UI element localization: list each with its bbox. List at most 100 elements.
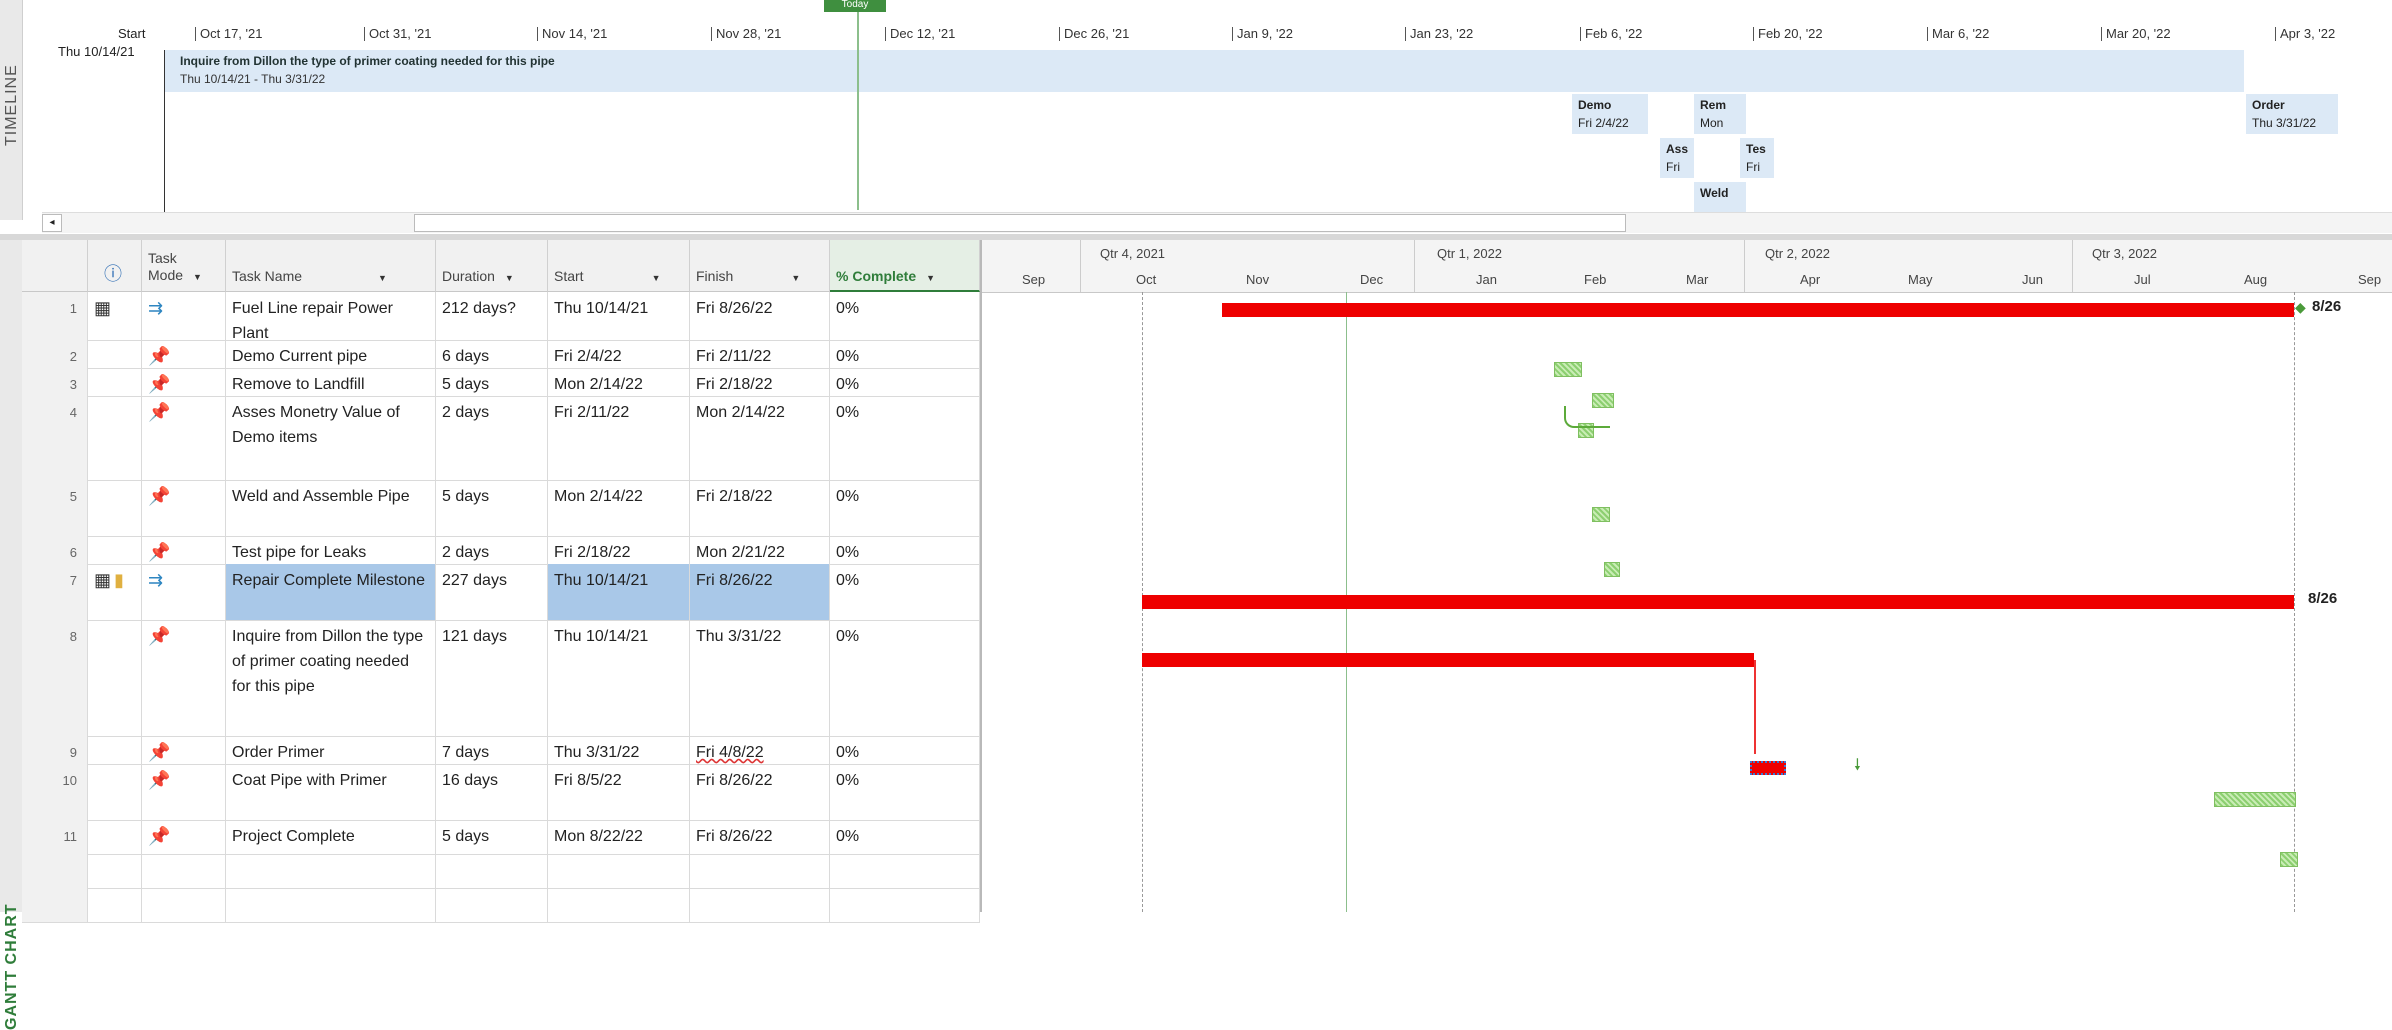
cell-id[interactable]: 11 xyxy=(22,820,88,854)
cell-empty[interactable] xyxy=(830,888,980,922)
cell-info[interactable] xyxy=(88,368,142,396)
empty-row[interactable] xyxy=(22,888,980,923)
cell-finish[interactable]: Thu 3/31/22 xyxy=(690,620,830,736)
timeline-item-test[interactable]: Tes Fri xyxy=(1740,138,1774,178)
cell-duration[interactable]: 121 days xyxy=(436,620,548,736)
cell-empty[interactable] xyxy=(436,888,548,922)
header-percent-complete[interactable]: % Complete ▼ xyxy=(830,240,980,292)
timeline-item-asses[interactable]: Ass Fri xyxy=(1660,138,1694,178)
cell-id[interactable]: 4 xyxy=(22,396,88,480)
cell-id[interactable]: 9 xyxy=(22,736,88,764)
cell-pct[interactable]: 0% xyxy=(830,620,980,736)
table-row[interactable]: 3 📌 Remove to Landfill 5 days Mon 2/14/22 Fri… xyxy=(22,368,980,397)
cell-finish[interactable]: Fri 2/18/22 xyxy=(690,368,830,396)
cell-name[interactable]: Inquire from Dillon the type of primer c… xyxy=(226,620,436,736)
cell-mode[interactable]: 📌 xyxy=(142,620,226,736)
cell-info[interactable] xyxy=(88,620,142,736)
table-row[interactable]: 5 📌 Weld and Assemble Pipe 5 days Mon 2/14/2… xyxy=(22,480,980,537)
timeline-scroll-thumb[interactable] xyxy=(414,214,1626,232)
header-duration[interactable]: Duration ▼ xyxy=(436,240,548,292)
cell-mode[interactable]: 📌 xyxy=(142,480,226,536)
gantt-chart-area[interactable]: Qtr 4, 2021 Qtr 1, 2022 Qtr 2, 2022 Qtr … xyxy=(982,240,2392,912)
cell-duration[interactable]: 16 days xyxy=(436,764,548,820)
cell-empty[interactable] xyxy=(22,854,88,888)
cell-info[interactable] xyxy=(88,340,142,368)
cell-name[interactable]: Order Primer xyxy=(226,736,436,764)
cell-name[interactable]: Asses Monetry Value of Demo items xyxy=(226,396,436,480)
cell-id[interactable]: 5 xyxy=(22,480,88,536)
table-row[interactable]: 8 📌 Inquire from Dillon the type of primer… xyxy=(22,620,980,737)
cell-id[interactable]: 2 xyxy=(22,340,88,368)
chevron-down-icon[interactable]: ▼ xyxy=(505,273,514,283)
cell-id[interactable]: 7 xyxy=(22,564,88,620)
cell-start[interactable]: Mon 2/14/22 xyxy=(548,368,690,396)
cell-finish[interactable]: Fri 2/18/22 xyxy=(690,480,830,536)
cell-pct[interactable]: 0% xyxy=(830,480,980,536)
cell-mode[interactable]: ⇉ xyxy=(142,564,226,620)
cell-pct[interactable]: 0% xyxy=(830,564,980,620)
cell-empty[interactable] xyxy=(226,854,436,888)
cell-start[interactable]: Fri 8/5/22 xyxy=(548,764,690,820)
cell-duration[interactable]: 6 days xyxy=(436,340,548,368)
header-task-name[interactable]: Task Name ▼ xyxy=(226,240,436,292)
cell-pct[interactable]: 0% xyxy=(830,292,980,340)
cell-duration[interactable]: 212 days? xyxy=(436,292,548,340)
cell-empty[interactable] xyxy=(22,888,88,922)
cell-empty[interactable] xyxy=(226,888,436,922)
cell-name[interactable]: Test pipe for Leaks xyxy=(226,536,436,564)
cell-mode[interactable]: 📌 xyxy=(142,736,226,764)
timeline-item-remove[interactable]: Rem Mon xyxy=(1694,94,1746,134)
cell-pct[interactable]: 0% xyxy=(830,764,980,820)
cell-info[interactable] xyxy=(88,764,142,820)
cell-start[interactable]: Mon 8/22/22 xyxy=(548,820,690,854)
cell-pct[interactable]: 0% xyxy=(830,368,980,396)
cell-empty[interactable] xyxy=(690,888,830,922)
cell-start[interactable]: Fri 2/4/22 xyxy=(548,340,690,368)
cell-name[interactable]: Repair Complete Milestone xyxy=(226,564,436,620)
header-finish[interactable]: Finish ▼ xyxy=(690,240,830,292)
cell-info[interactable] xyxy=(88,480,142,536)
table-row[interactable]: 9 📌 Order Primer 7 days Thu 3/31/22 Fri 4/8/2… xyxy=(22,736,980,765)
cell-pct[interactable]: 0% xyxy=(830,736,980,764)
cell-finish[interactable]: Fri 2/11/22 xyxy=(690,340,830,368)
cell-info[interactable] xyxy=(88,396,142,480)
bar-row-9[interactable] xyxy=(1750,761,1786,775)
cell-empty[interactable] xyxy=(690,854,830,888)
cell-empty[interactable] xyxy=(830,854,980,888)
cell-start[interactable]: Thu 10/14/21 xyxy=(548,564,690,620)
cell-id[interactable]: 3 xyxy=(22,368,88,396)
cell-id[interactable]: 1 xyxy=(22,292,88,340)
cell-id[interactable]: 10 xyxy=(22,764,88,820)
cell-info[interactable] xyxy=(88,736,142,764)
header-info-icon[interactable]: ⓘ xyxy=(88,240,142,292)
cell-mode[interactable]: 📌 xyxy=(142,368,226,396)
table-row[interactable]: 10 📌 Coat Pipe with Primer 16 days Fri 8/5/2… xyxy=(22,764,980,821)
timeline-item-demo[interactable]: Demo Fri 2/4/22 xyxy=(1572,94,1648,134)
table-row[interactable]: 11 📌 Project Complete 5 days Mon 8/22/22 Fri … xyxy=(22,820,980,855)
cell-pct[interactable]: 0% xyxy=(830,536,980,564)
timeline-item-order[interactable]: Order Thu 3/31/22 xyxy=(2246,94,2338,134)
empty-row[interactable] xyxy=(22,854,980,889)
cell-id[interactable]: 8 xyxy=(22,620,88,736)
cell-mode[interactable]: 📌 xyxy=(142,340,226,368)
cell-start[interactable]: Thu 3/31/22 xyxy=(548,736,690,764)
bar-row-5[interactable] xyxy=(1592,507,1610,522)
cell-pct[interactable]: 0% xyxy=(830,396,980,480)
table-row[interactable]: 4 📌 Asses Monetry Value of Demo items 2 day… xyxy=(22,396,980,481)
cell-name[interactable]: Weld and Assemble Pipe xyxy=(226,480,436,536)
bar-row-10[interactable] xyxy=(2214,792,2296,807)
header-task-mode[interactable]: Task Mode ▼ xyxy=(142,240,226,292)
cell-empty[interactable] xyxy=(548,888,690,922)
table-row[interactable]: 2 📌 Demo Current pipe 6 days Fri 2/4/22 Fri 2… xyxy=(22,340,980,369)
bar-row-8[interactable] xyxy=(1142,653,1754,667)
cell-mode[interactable]: ⇉ xyxy=(142,292,226,340)
cell-empty[interactable] xyxy=(548,854,690,888)
cell-name[interactable]: Remove to Landfill xyxy=(226,368,436,396)
cell-empty[interactable] xyxy=(436,854,548,888)
cell-empty[interactable] xyxy=(142,888,226,922)
cell-start[interactable]: Thu 10/14/21 xyxy=(548,292,690,340)
cell-empty[interactable] xyxy=(88,888,142,922)
table-row[interactable]: 7 ▦ ▮ ⇉ Repair Complete Milestone 227 days Thu… xyxy=(22,564,980,621)
cell-finish[interactable]: Mon 2/14/22 xyxy=(690,396,830,480)
bar-row-1[interactable] xyxy=(1222,303,2294,317)
